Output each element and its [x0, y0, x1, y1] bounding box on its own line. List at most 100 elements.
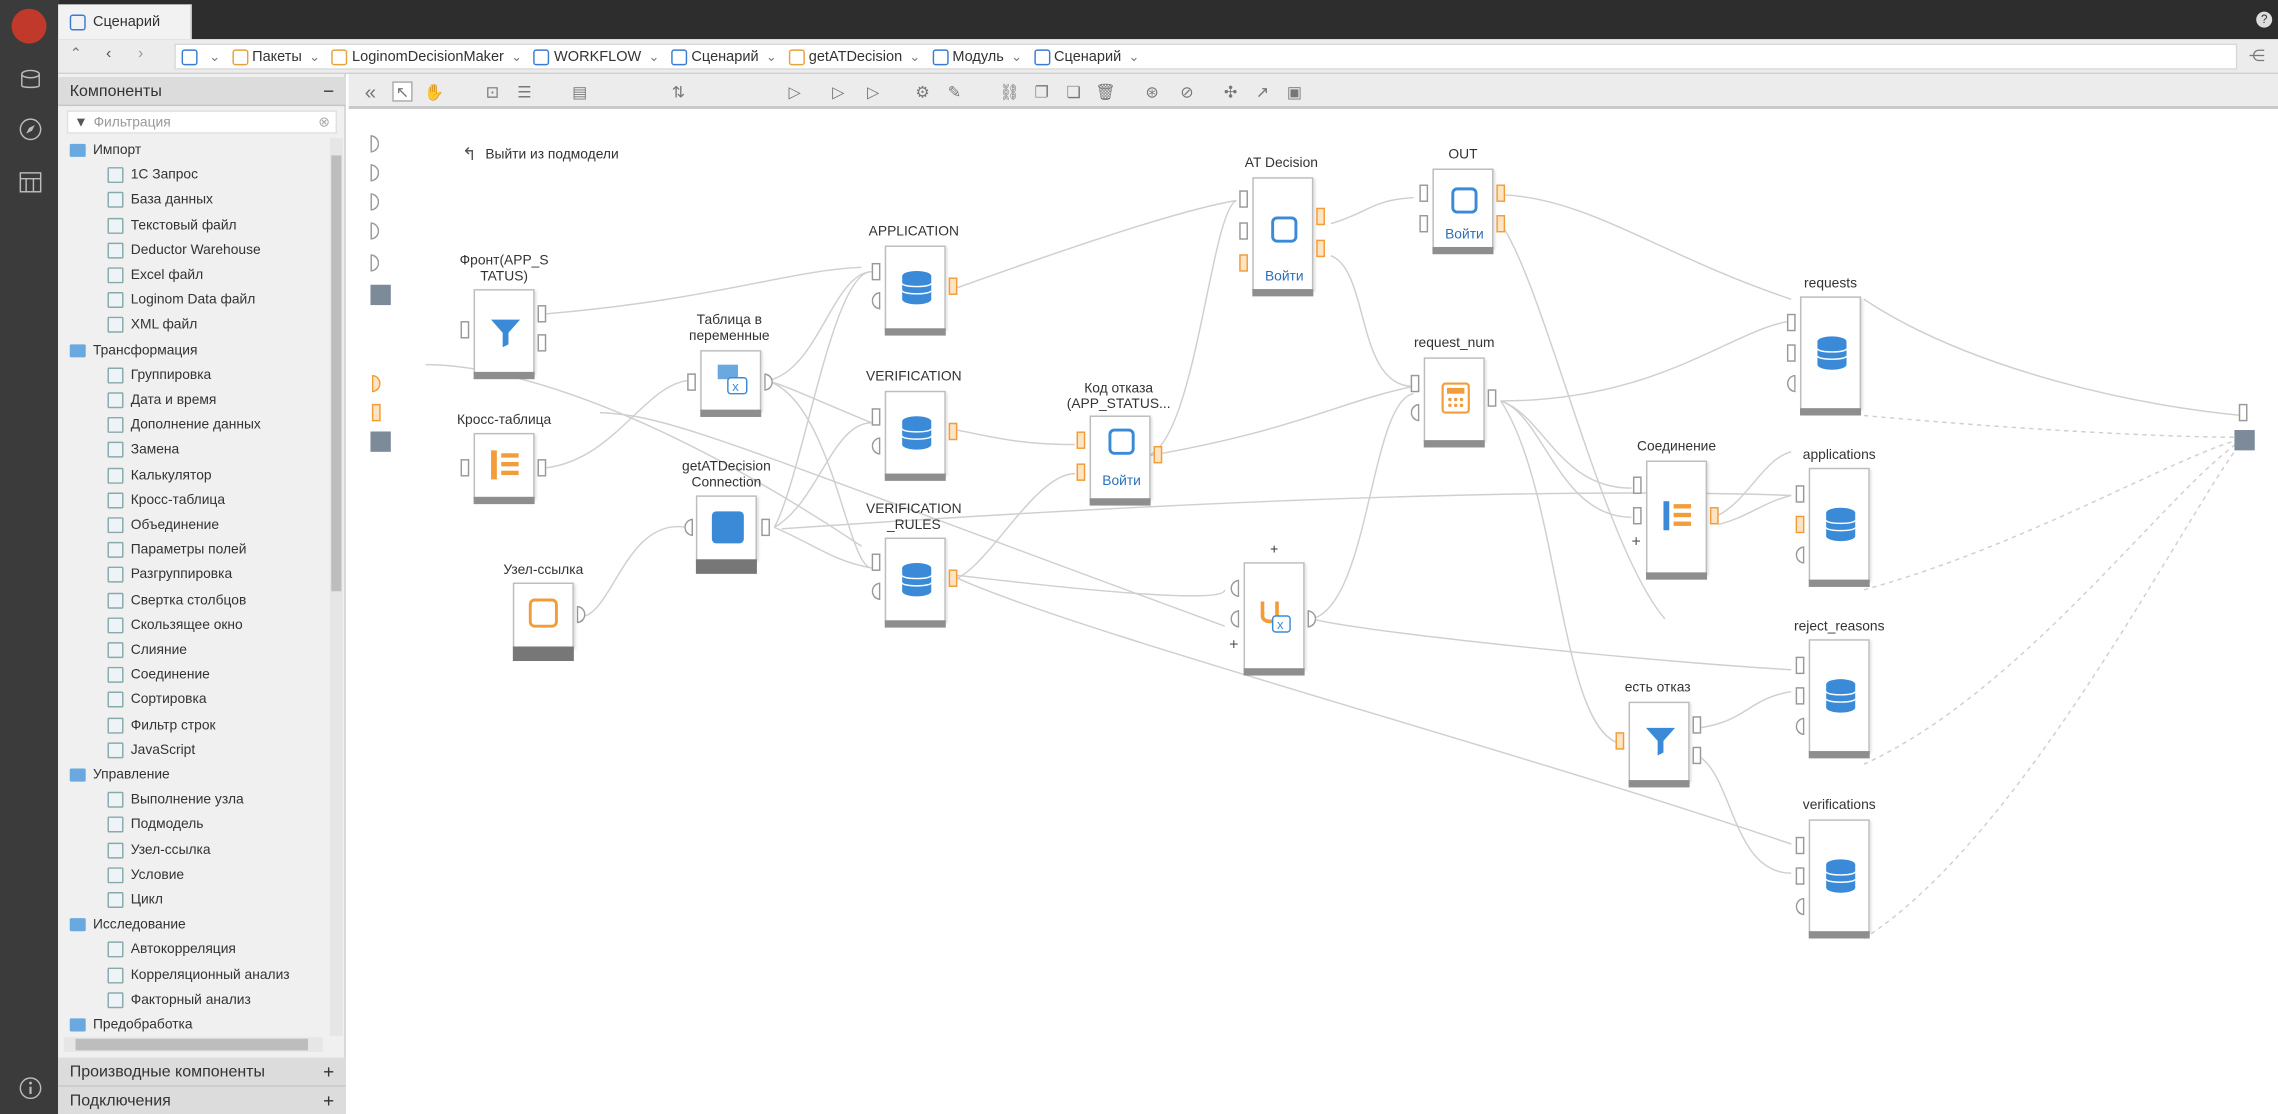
- tree-item[interactable]: Свертка столбцов: [107, 588, 246, 613]
- tree-item[interactable]: Условие: [107, 863, 184, 888]
- tree-item[interactable]: Кросс-таблица: [107, 488, 225, 513]
- output-port[interactable]: [1496, 184, 1506, 202]
- align-icon[interactable]: ▤: [569, 81, 589, 101]
- vertical-scrollbar[interactable]: [329, 138, 343, 1036]
- input-port[interactable]: [1786, 313, 1796, 332]
- tree-item[interactable]: Узел-ссылка: [107, 838, 211, 863]
- node-application[interactable]: [884, 245, 946, 336]
- order-icon[interactable]: ⇅: [668, 81, 688, 101]
- node-merge[interactable]: x: [1243, 562, 1305, 676]
- delete-icon[interactable]: 🗑: [1095, 81, 1115, 101]
- tree-item[interactable]: Текстовый файл: [107, 213, 237, 238]
- breadcrumb-item[interactable]: Сценарий ⌄: [1033, 48, 1139, 65]
- save-icon[interactable]: ▣: [1284, 81, 1304, 101]
- tree-item[interactable]: Параметры полей: [107, 538, 246, 563]
- input-port[interactable]: [1076, 431, 1086, 449]
- submodel-output-port[interactable]: [2238, 403, 2248, 422]
- tree-item[interactable]: 1С Запрос: [107, 163, 198, 188]
- grid-icon[interactable]: [370, 284, 391, 306]
- input-port[interactable]: [1615, 732, 1625, 750]
- help-icon[interactable]: ?: [2256, 11, 2273, 28]
- node-verification[interactable]: [884, 390, 946, 481]
- input-port[interactable]: [1632, 507, 1642, 525]
- node-join[interactable]: [1646, 460, 1708, 580]
- tree-item[interactable]: Разгруппировка: [107, 563, 232, 588]
- settings-icon[interactable]: ⚙: [912, 81, 932, 101]
- output-port[interactable]: [1316, 239, 1325, 258]
- paste-icon[interactable]: ❏: [1063, 81, 1083, 101]
- stop-icon[interactable]: ▷: [863, 81, 883, 101]
- tree-item[interactable]: Подмодель: [107, 813, 203, 838]
- tree-item[interactable]: Фильтр строк: [107, 713, 216, 738]
- tree-folder[interactable]: Исследование: [69, 913, 186, 938]
- tree-item[interactable]: Соединение: [107, 663, 210, 688]
- input-port[interactable]: [1410, 374, 1420, 393]
- output-port[interactable]: [1692, 716, 1702, 734]
- collapse-up-icon[interactable]: ⌃: [70, 46, 82, 62]
- input-port[interactable]: [1795, 687, 1805, 705]
- tree-item[interactable]: XML файл: [107, 313, 197, 338]
- input-port[interactable]: [871, 262, 881, 281]
- breadcrumb-item[interactable]: WORKFLOW ⌄: [533, 48, 659, 65]
- add-port-button[interactable]: +: [1229, 636, 1238, 653]
- node-at-decision[interactable]: Войти: [1252, 177, 1314, 297]
- grid-icon[interactable]: [370, 431, 391, 452]
- node-verifications[interactable]: [1808, 819, 1870, 939]
- output-port[interactable]: [1153, 446, 1163, 464]
- tab-scenario[interactable]: Сценарий: [58, 4, 192, 40]
- tree-item[interactable]: Выполнение узла: [107, 788, 244, 813]
- back-icon[interactable]: ‹: [106, 45, 111, 62]
- tree-item[interactable]: Слияние: [107, 638, 187, 663]
- add-port-button[interactable]: +: [1631, 533, 1640, 550]
- tree-item[interactable]: Excel файл: [107, 263, 203, 288]
- logo-icon[interactable]: [11, 8, 47, 44]
- input-port[interactable]: [1795, 485, 1805, 503]
- tree-item[interactable]: База данных: [107, 188, 213, 213]
- tree-folder[interactable]: Трансформация: [69, 338, 197, 363]
- fit-icon[interactable]: ⊡: [482, 81, 502, 101]
- input-port[interactable]: [871, 408, 881, 426]
- input-port[interactable]: [370, 164, 380, 182]
- breadcrumb-item[interactable]: getATDecision ⌄: [788, 48, 920, 65]
- expand-icon[interactable]: +: [323, 1061, 334, 1083]
- input-port[interactable]: [871, 553, 881, 571]
- tree-item[interactable]: Корреляционный анализ: [107, 963, 290, 988]
- input-port[interactable]: [460, 459, 470, 477]
- breadcrumb-item[interactable]: LoginomDecisionMaker ⌄: [331, 48, 522, 65]
- group-icon[interactable]: ⊛: [1142, 81, 1162, 101]
- input-port[interactable]: [370, 135, 380, 153]
- input-port[interactable]: [370, 222, 380, 240]
- output-port[interactable]: [537, 334, 547, 352]
- input-port[interactable]: [1239, 254, 1248, 272]
- hand-tool-icon[interactable]: ✋: [424, 81, 444, 101]
- node-requests[interactable]: [1800, 296, 1862, 416]
- output-port[interactable]: [948, 569, 958, 587]
- output-port[interactable]: [948, 422, 958, 441]
- connections-header[interactable]: Подключения +: [58, 1086, 346, 1114]
- tree-item[interactable]: Группировка: [107, 363, 211, 388]
- node-applications[interactable]: [1808, 467, 1870, 587]
- grid-icon[interactable]: [2234, 430, 2255, 451]
- input-port[interactable]: [1795, 656, 1805, 675]
- collapse-panel-icon[interactable]: «: [360, 80, 380, 103]
- breadcrumb-item[interactable]: Сценарий ⌄: [671, 48, 777, 65]
- output-port[interactable]: [1692, 746, 1702, 765]
- wizard-icon[interactable]: ✎: [944, 81, 964, 101]
- packages-icon[interactable]: [15, 64, 47, 96]
- tree-item[interactable]: Сортировка: [107, 688, 207, 713]
- exit-submodel-button[interactable]: ↰ Выйти из подмодели: [462, 144, 619, 164]
- collapse-icon[interactable]: −: [323, 80, 334, 102]
- input-port[interactable]: [371, 403, 381, 422]
- derived-components-header[interactable]: Производные компоненты +: [58, 1057, 346, 1087]
- breadcrumb-root[interactable]: ⌄: [181, 48, 220, 65]
- tree-item[interactable]: Скользящее окно: [107, 613, 243, 638]
- input-port[interactable]: [687, 373, 696, 391]
- link-icon[interactable]: ⛓: [1000, 81, 1020, 101]
- tree-item[interactable]: Замена: [107, 438, 179, 463]
- copy-icon[interactable]: ❐: [1031, 81, 1051, 101]
- tree-item[interactable]: Объединение: [107, 513, 219, 538]
- tree-folder[interactable]: Импорт: [69, 138, 141, 163]
- calendar-icon[interactable]: [15, 166, 47, 198]
- tree-item[interactable]: Калькулятор: [107, 463, 212, 488]
- enter-button[interactable]: Войти: [1091, 474, 1152, 490]
